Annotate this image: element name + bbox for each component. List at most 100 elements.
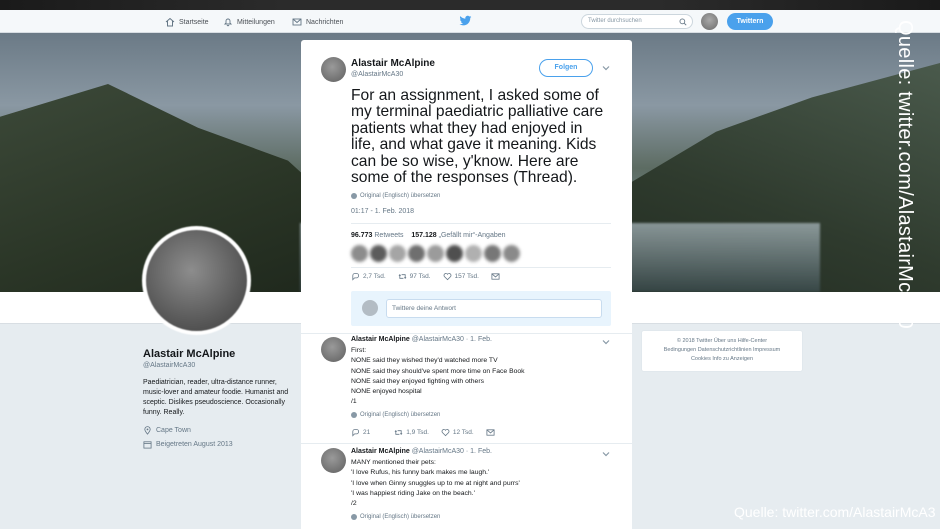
calendar-icon <box>143 441 152 449</box>
tweet-author-avatar[interactable] <box>321 57 346 82</box>
reply-header: Alastair McAlpine @AlastairMcA30 · 1. Fe… <box>351 336 492 343</box>
translate-label: Original (Englisch) übersetzen <box>360 412 441 418</box>
reply-input[interactable]: Twittere deine Antwort <box>386 299 602 318</box>
profile-avatar[interactable] <box>142 226 251 335</box>
liker-avatar[interactable] <box>503 245 520 262</box>
nav-messages[interactable]: Nachrichten <box>292 15 343 29</box>
reply-line: 'I love Rufus, his funny bark makes me l… <box>351 469 490 477</box>
globe-icon <box>351 514 357 520</box>
divider <box>301 443 632 444</box>
dm-action[interactable] <box>491 272 500 281</box>
reply-line: First: <box>351 347 367 354</box>
translate-link[interactable]: Original (Englisch) übersetzen <box>351 193 440 199</box>
tweet-author-name[interactable]: Alastair McAlpine <box>351 58 435 69</box>
like-count: 157 Tsd. <box>454 273 479 280</box>
footer-line-1[interactable]: © 2018 Twitter Über uns Hilfe-Center <box>650 337 794 346</box>
liker-avatar[interactable] <box>408 245 425 262</box>
divider <box>351 223 611 224</box>
liker-avatar[interactable] <box>351 245 368 262</box>
footer-line-2[interactable]: Bedingungen Datenschutzrichtlinien Impre… <box>650 346 794 355</box>
like-action[interactable]: 157 Tsd. <box>443 272 479 281</box>
tweet-timestamp[interactable]: 01:17 - 1. Feb. 2018 <box>351 208 414 215</box>
tweet-actions: 2,7 Tsd. 97 Tsd. 157 Tsd. <box>351 272 500 281</box>
dm-action[interactable] <box>486 428 495 437</box>
reply-count: 2,7 Tsd. <box>363 273 386 280</box>
reply-line: /1 <box>351 398 357 406</box>
reply-author-name[interactable]: Alastair McAlpine <box>351 448 410 455</box>
search-input[interactable]: Twitter durchsuchen <box>581 14 693 29</box>
retweet-icon <box>394 430 403 435</box>
retweet-count: 97 Tsd. <box>409 273 431 280</box>
translate-link[interactable]: Original (Englisch) übersetzen <box>351 514 440 520</box>
like-count: 12 Tsd. <box>452 429 474 436</box>
tweet-modal: Alastair McAlpine @AlastairMcA30 Folgen … <box>301 40 632 529</box>
translate-label: Original (Englisch) übersetzen <box>360 193 441 199</box>
twitter-bird-icon[interactable] <box>459 15 472 27</box>
reply-icon <box>352 428 360 437</box>
reply-action[interactable]: 2,7 Tsd. <box>351 272 386 281</box>
follow-button[interactable]: Folgen <box>539 59 593 77</box>
translate-label: Original (Englisch) übersetzen <box>360 514 441 520</box>
nav-home[interactable]: Startseite <box>165 15 209 29</box>
tweet-button[interactable]: Twittern <box>727 13 773 30</box>
reply-meta[interactable]: @AlastairMcA30 · 1. Feb. <box>412 448 492 455</box>
divider <box>351 267 611 268</box>
reply-line: NONE enjoyed hospital <box>351 388 422 396</box>
retweet-total[interactable]: 96.773 <box>351 232 372 239</box>
retweet-action[interactable]: 97 Tsd. <box>398 272 431 281</box>
tweet-stats: 96.773 Retweets 157.128 „Gefällt mir“-An… <box>351 232 506 239</box>
reply-avatar <box>362 300 378 316</box>
translate-link[interactable]: Original (Englisch) übersetzen <box>351 412 440 418</box>
liker-avatar[interactable] <box>389 245 406 262</box>
chevron-down-icon[interactable] <box>602 65 610 71</box>
reply-author-avatar[interactable] <box>321 337 346 362</box>
source-watermark-vertical: Quelle: twitter.com/AlastairMcA30 <box>892 20 916 345</box>
nav-notifications[interactable]: Mitteilungen <box>223 15 275 29</box>
reply-meta[interactable]: @AlastairMcA30 · 1. Feb. <box>412 336 492 343</box>
retweet-total-label[interactable]: Retweets <box>374 232 403 239</box>
liker-avatar[interactable] <box>370 245 387 262</box>
like-total-label[interactable]: „Gefällt mir“-Angaben <box>439 232 506 239</box>
reply-action[interactable]: 21 <box>351 428 370 437</box>
chevron-down-icon[interactable] <box>602 451 610 457</box>
envelope-icon <box>491 273 500 280</box>
liker-avatar[interactable] <box>446 245 463 262</box>
reply-icon <box>352 272 360 281</box>
profile-location: Cape Town <box>143 426 191 435</box>
divider <box>301 333 632 334</box>
screenshot: Startseite Mitteilungen Nachrichten Twit… <box>0 0 940 529</box>
account-avatar[interactable] <box>701 13 718 30</box>
liker-avatar[interactable] <box>465 245 482 262</box>
like-action[interactable]: 12 Tsd. <box>441 428 474 437</box>
tweet-author-handle[interactable]: @AlastairMcA30 <box>351 71 403 78</box>
home-icon <box>165 17 175 27</box>
profile-name[interactable]: Alastair McAlpine <box>143 348 235 360</box>
liker-avatar[interactable] <box>484 245 501 262</box>
nav-messages-label: Nachrichten <box>306 18 344 26</box>
search-placeholder: Twitter durchsuchen <box>588 18 642 24</box>
reply-line: /2 <box>351 500 357 508</box>
retweet-count: 1,9 Tsd. <box>406 429 429 436</box>
search-icon[interactable] <box>679 18 687 26</box>
reply-author-name[interactable]: Alastair McAlpine <box>351 336 410 343</box>
nav-notifications-label: Mitteilungen <box>237 18 275 26</box>
liker-avatars <box>351 245 520 262</box>
envelope-icon <box>292 18 302 26</box>
retweet-icon <box>398 274 407 279</box>
top-nav: Startseite Mitteilungen Nachrichten Twit… <box>0 10 940 33</box>
liker-avatar[interactable] <box>427 245 444 262</box>
reply-count: 21 <box>363 429 371 436</box>
footer-links: © 2018 Twitter Über uns Hilfe-Center Bed… <box>641 330 803 372</box>
footer-line-3[interactable]: Cookies Info zu Anzeigen <box>650 355 794 364</box>
reply-author-avatar[interactable] <box>321 448 346 473</box>
like-total[interactable]: 157.128 <box>411 232 436 239</box>
reply-line: MANY mentioned their pets: <box>351 459 436 466</box>
reply-line: NONE said they enjoyed fighting with oth… <box>351 377 484 385</box>
reply-text: First: NONE said they wished they'd watc… <box>351 346 601 408</box>
chevron-down-icon[interactable] <box>602 339 610 345</box>
globe-icon <box>351 412 357 418</box>
reply-line: 'I love when Ginny snuggles up to me at … <box>351 479 520 487</box>
reply-line: NONE said they wished they'd watched mor… <box>351 357 498 365</box>
retweet-action[interactable]: 1,9 Tsd. <box>394 428 429 437</box>
profile-handle: @AlastairMcA30 <box>143 362 196 369</box>
